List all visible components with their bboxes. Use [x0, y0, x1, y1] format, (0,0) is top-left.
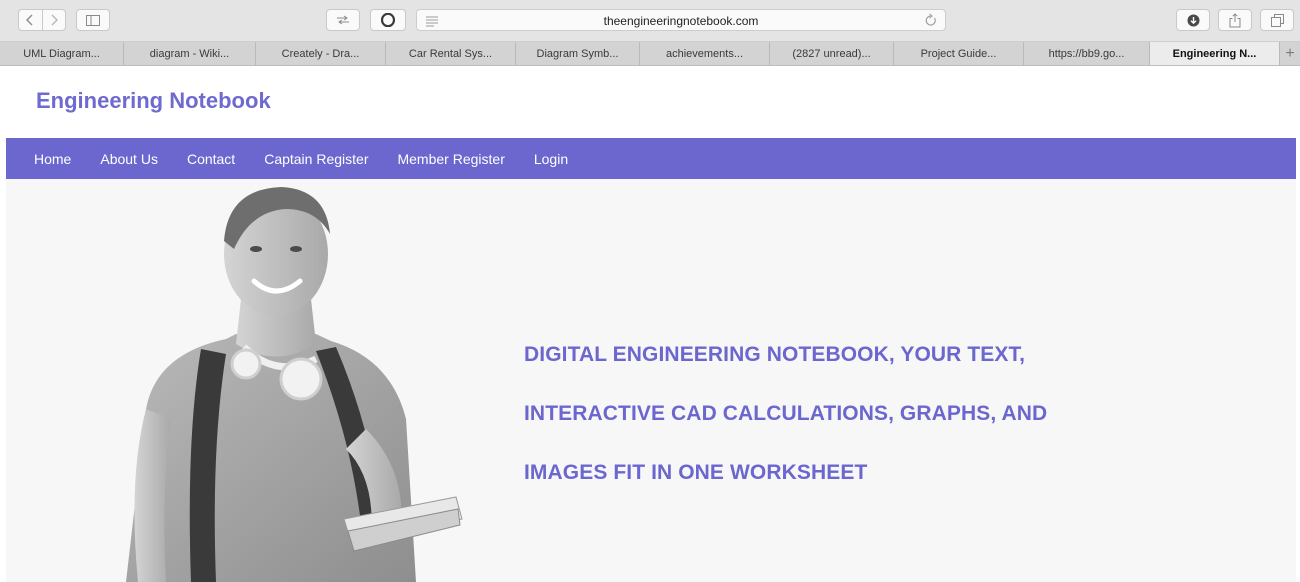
- back-button[interactable]: [19, 10, 42, 30]
- sidebar-button[interactable]: [76, 9, 110, 31]
- sidebar-icon: [86, 14, 100, 26]
- tab-bar: UML Diagram... diagram - Wiki... Createl…: [0, 42, 1300, 66]
- share-button[interactable]: [1218, 9, 1252, 31]
- tab-label: Diagram Symb...: [536, 47, 619, 60]
- forward-button[interactable]: [41, 10, 66, 30]
- download-icon: [1187, 14, 1199, 26]
- hero-line-1: DIGITAL ENGINEERING NOTEBOOK, YOUR TEXT,: [524, 343, 1026, 366]
- back-icon: [26, 14, 33, 26]
- address-bar[interactable]: theengineeringnotebook.com: [416, 9, 946, 31]
- opera-button[interactable]: [370, 9, 406, 31]
- tab[interactable]: Project Guide...: [894, 42, 1024, 65]
- url-text: theengineeringnotebook.com: [603, 14, 759, 28]
- hero-line-3: IMAGES FIT IN ONE WORKSHEET: [524, 461, 868, 484]
- hero-line-2: INTERACTIVE CAD CALCULATIONS, GRAPHS, AN…: [524, 402, 1048, 425]
- tab[interactable]: UML Diagram...: [0, 42, 124, 65]
- tab-label: diagram - Wiki...: [149, 47, 230, 60]
- tabs-overview-button[interactable]: [1260, 9, 1294, 31]
- nav-home[interactable]: Home: [34, 151, 71, 167]
- tab-label: Project Guide...: [920, 47, 997, 60]
- share-icon: [1229, 12, 1241, 27]
- plus-icon: +: [1285, 44, 1295, 62]
- site-header: Engineering Notebook: [0, 66, 1300, 138]
- tab[interactable]: Car Rental Sys...: [386, 42, 516, 65]
- tab[interactable]: achievements...: [640, 42, 770, 65]
- new-tab-button[interactable]: +: [1280, 42, 1300, 65]
- tab-label: Engineering N...: [1172, 47, 1257, 60]
- main-navigation: Home About Us Contact Captain Register M…: [6, 138, 1296, 179]
- forward-icon: [51, 14, 58, 26]
- tab[interactable]: https://bb9.go...: [1024, 42, 1150, 65]
- tab-label: UML Diagram...: [23, 47, 100, 60]
- nav-login[interactable]: Login: [534, 151, 568, 167]
- tab[interactable]: (2827 unread)...: [770, 42, 894, 65]
- tab-label: Creately - Dra...: [281, 47, 360, 60]
- hero-headline: DIGITAL ENGINEERING NOTEBOOK, YOUR TEXT,…: [524, 325, 1244, 502]
- tabs-icon: [1270, 13, 1284, 27]
- history-buttons: [18, 9, 66, 31]
- nav-captain-register[interactable]: Captain Register: [264, 151, 368, 167]
- tab[interactable]: Creately - Dra...: [256, 42, 386, 65]
- hero-section: DIGITAL ENGINEERING NOTEBOOK, YOUR TEXT,…: [6, 179, 1296, 582]
- tab-label: https://bb9.go...: [1048, 47, 1125, 60]
- tab-label: Car Rental Sys...: [408, 47, 493, 60]
- connection-button[interactable]: [326, 9, 360, 31]
- browser-toolbar: theengineeringnotebook.com: [0, 0, 1300, 42]
- share-connection-icon: [337, 15, 349, 25]
- site-logo[interactable]: Engineering Notebook: [36, 88, 271, 114]
- nav-about-us[interactable]: About Us: [100, 151, 158, 167]
- download-button[interactable]: [1176, 9, 1210, 31]
- reload-icon[interactable]: [924, 13, 937, 32]
- tab[interactable]: Diagram Symb...: [516, 42, 640, 65]
- tab-label: (2827 unread)...: [792, 47, 871, 60]
- opera-icon: [381, 13, 395, 27]
- nav-member-register[interactable]: Member Register: [397, 151, 504, 167]
- tab[interactable]: diagram - Wiki...: [124, 42, 256, 65]
- tab-active[interactable]: Engineering N...: [1150, 42, 1280, 65]
- hero-student-image: [126, 187, 463, 582]
- nav-contact[interactable]: Contact: [187, 151, 235, 167]
- tab-label: achievements...: [665, 47, 744, 60]
